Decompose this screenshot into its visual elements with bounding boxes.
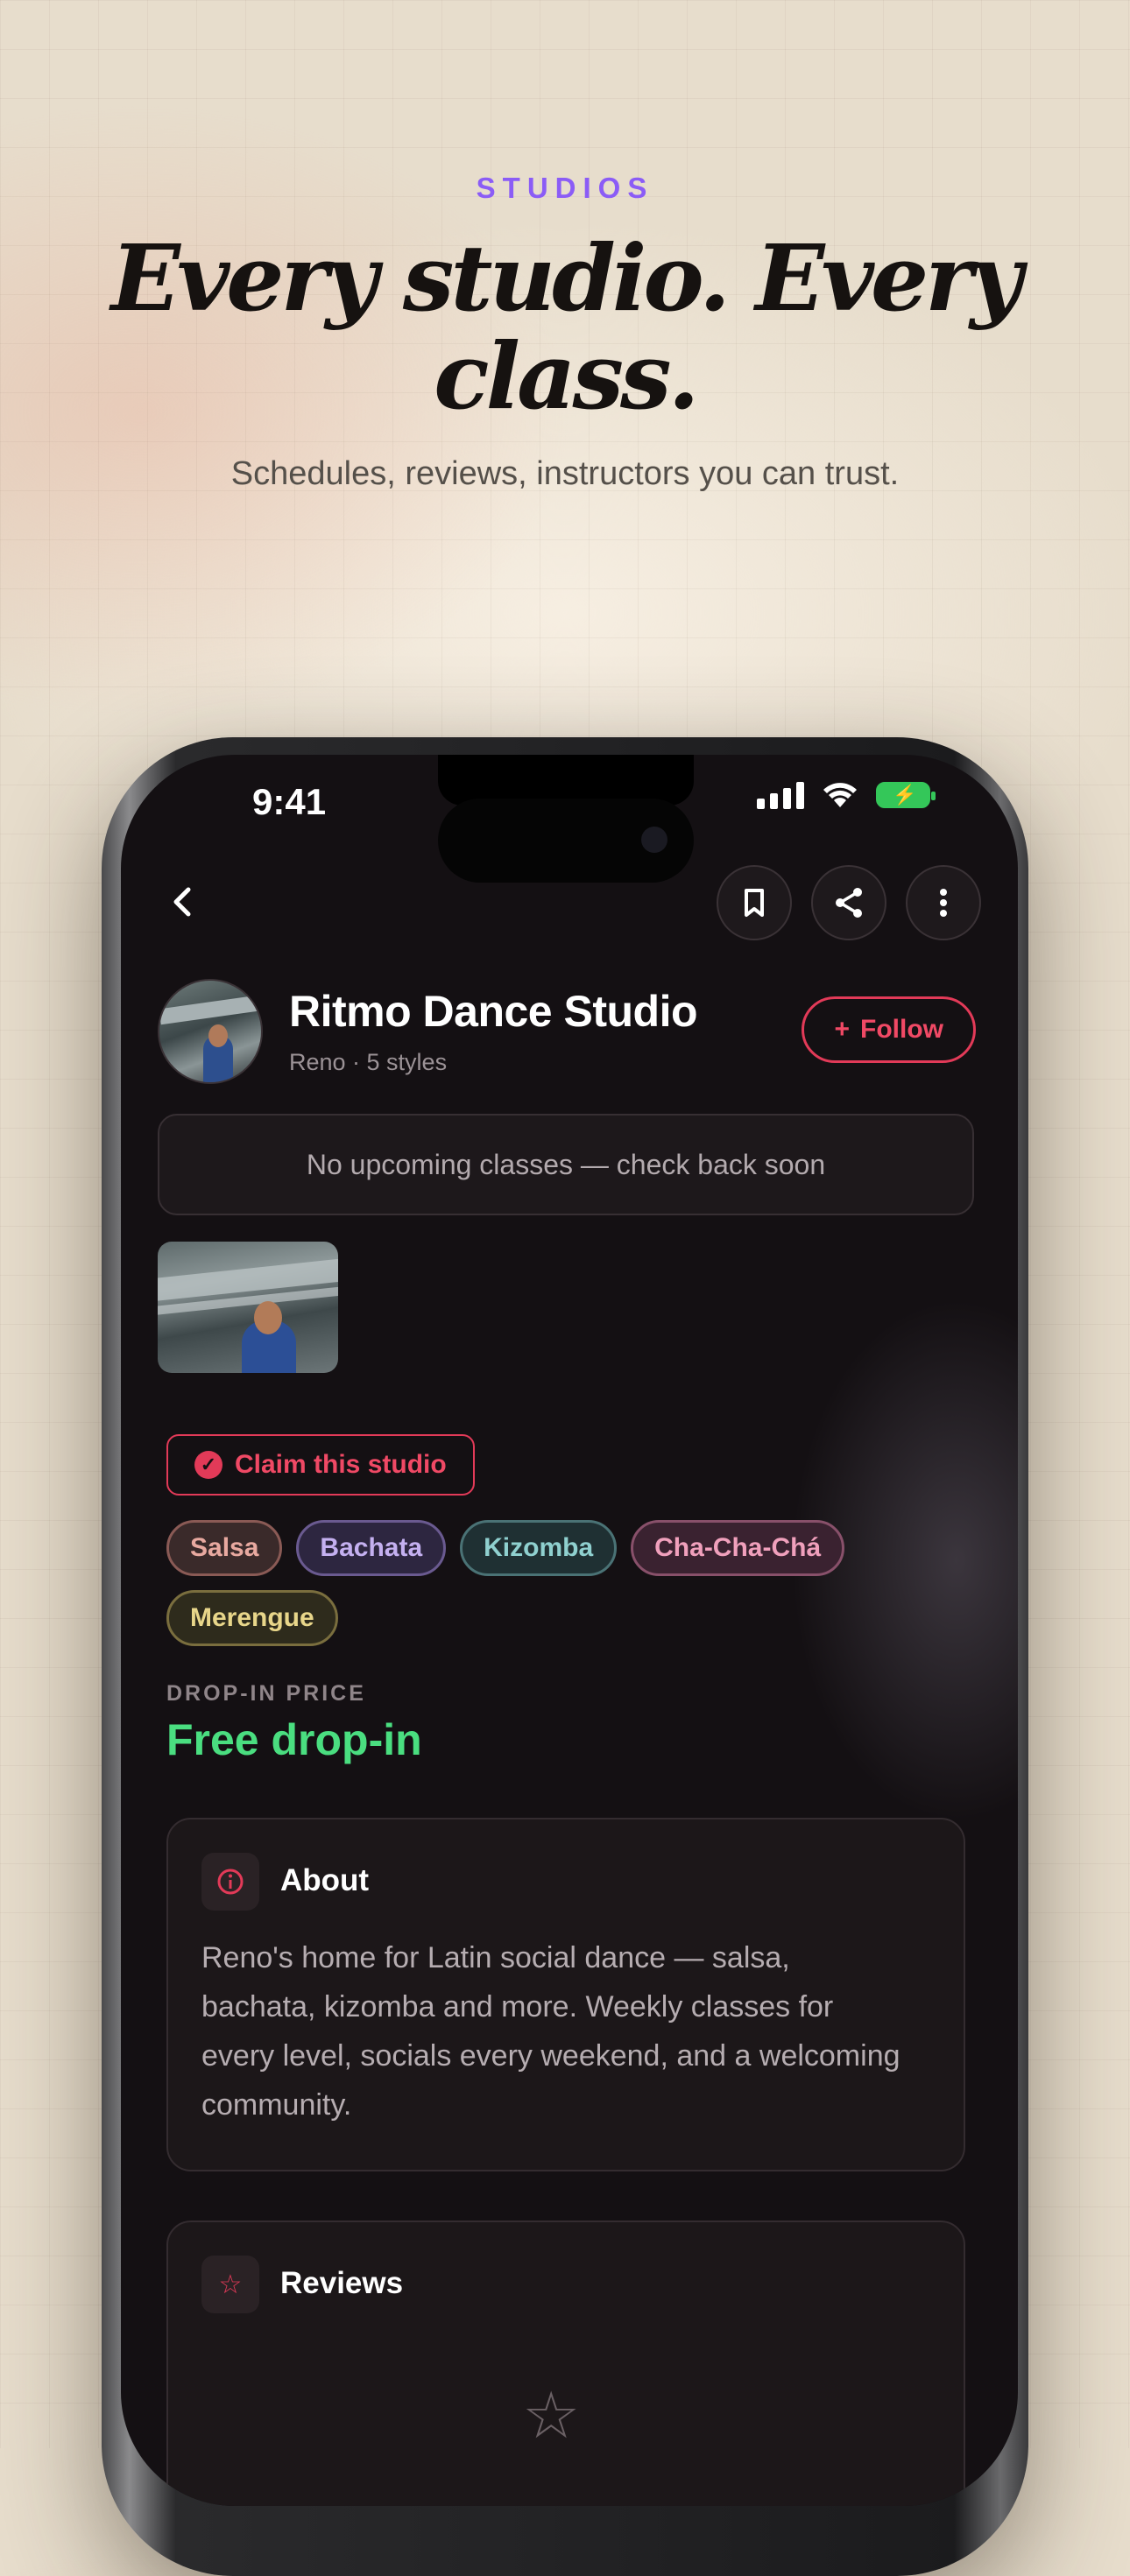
style-tag[interactable]: Cha-Cha-Chá	[631, 1520, 845, 1576]
status-time: 9:41	[252, 781, 327, 822]
studio-avatar	[158, 979, 263, 1084]
style-tags: Salsa Bachata Kizomba Cha-Cha-Chá Merengue	[166, 1520, 955, 1646]
hero-headline: Every studio. Every class.	[110, 224, 1023, 430]
bookmark-icon	[745, 889, 764, 917]
reviews-title: Reviews	[280, 2266, 404, 2300]
share-icon	[836, 888, 862, 918]
empty-star-icon: ☆	[522, 2379, 581, 2452]
price-label: DROP-IN PRICE	[166, 1681, 366, 1706]
about-card: About Reno's home for Latin social dance…	[166, 1818, 965, 2171]
more-button[interactable]	[906, 865, 981, 940]
more-vertical-icon	[940, 889, 947, 917]
back-button[interactable]	[158, 877, 207, 926]
chevron-left-icon	[173, 887, 191, 917]
price-value: Free drop-in	[166, 1715, 422, 1764]
hero-eyebrow: STUDIOS	[476, 172, 654, 204]
follow-button[interactable]: + Follow	[802, 996, 976, 1063]
camera-icon	[641, 827, 667, 853]
cellular-signal-icon	[757, 781, 804, 809]
wifi-icon	[823, 783, 857, 807]
studio-meta: Reno · 5 styles	[289, 1049, 448, 1075]
battery-charging-icon: ⚡	[876, 782, 936, 808]
hero-subhead: Schedules, reviews, instructors you can …	[230, 455, 900, 492]
claim-label: Claim this studio	[235, 1450, 447, 1479]
reviews-card: ☆ Reviews ☆	[166, 2221, 965, 2506]
about-body: Reno's home for Latin social dance — sal…	[201, 1941, 900, 2122]
style-tag[interactable]: Kizomba	[460, 1520, 618, 1576]
status-icons: ⚡	[757, 781, 936, 809]
style-tag[interactable]: Merengue	[166, 1590, 338, 1646]
plus-icon: +	[834, 1015, 851, 1044]
style-tag[interactable]: Salsa	[166, 1520, 283, 1576]
bookmark-button[interactable]	[717, 865, 792, 940]
phone-screen: 9:41 ⚡ Ritmo Dance Studio Reno · 5 style…	[121, 755, 1018, 2506]
share-button[interactable]	[811, 865, 886, 940]
studio-name: Ritmo Dance Studio	[289, 987, 698, 1036]
studio-photo[interactable]	[158, 1242, 338, 1373]
camera-housing	[438, 799, 694, 883]
style-tag[interactable]: Bachata	[296, 1520, 447, 1576]
info-icon	[201, 1853, 259, 1911]
about-title: About	[280, 1863, 370, 1897]
schedule-notice: No upcoming classes — check back soon	[158, 1114, 974, 1215]
verified-badge-icon: ✓	[194, 1451, 222, 1479]
follow-label: Follow	[860, 1015, 943, 1044]
claim-studio-button[interactable]: ✓ Claim this studio	[166, 1434, 475, 1496]
star-icon: ☆	[201, 2256, 259, 2313]
